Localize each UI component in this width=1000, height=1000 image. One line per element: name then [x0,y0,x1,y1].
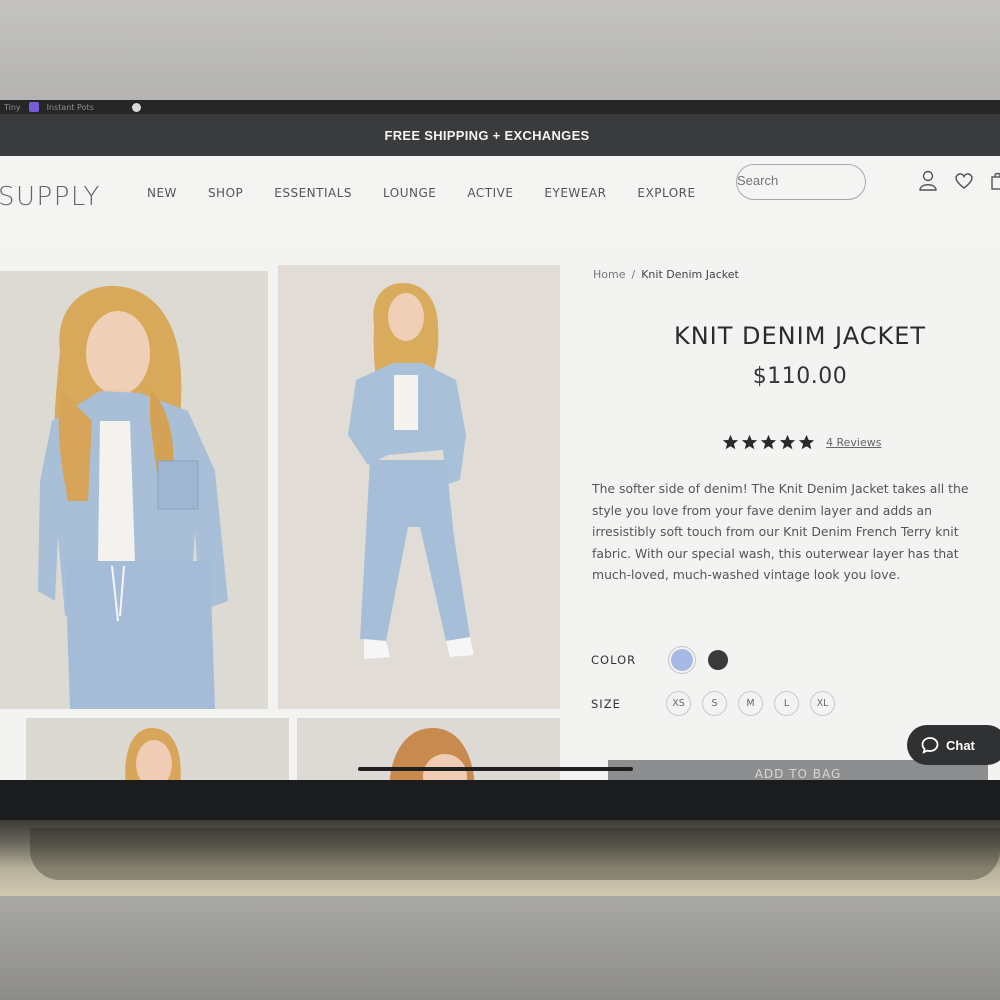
product-photo-front [0,271,268,709]
size-label: SIZE [591,697,621,711]
breadcrumb-separator: / [631,268,636,281]
background-wall [0,0,1000,102]
tab-favicon-icon [28,102,39,112]
site-logo[interactable]: SUPPLY [0,182,101,212]
main-nav: NEW SHOP ESSENTIALS LOUNGE ACTIVE EYEWEA… [147,186,727,200]
search-box[interactable] [736,164,866,200]
product-image-full-body[interactable] [278,265,560,709]
reviews-link[interactable]: 4 Reviews [826,436,881,449]
wishlist-heart-icon[interactable] [954,172,974,190]
tab-status-icon [131,102,141,112]
browser-tab-strip: Tiny Instant Pots [0,100,1000,114]
color-swatch-light-blue[interactable] [671,649,693,671]
chat-button[interactable]: Chat [907,725,1000,765]
size-option-l[interactable]: L [774,691,799,716]
background-floor [0,896,1000,1000]
color-swatch-black[interactable] [708,650,728,670]
keyboard-shadow [30,828,1000,880]
nav-item-eyewear[interactable]: EYEWEAR [544,186,606,200]
size-option-xs[interactable]: XS [666,691,691,716]
nav-item-new[interactable]: NEW [147,186,177,200]
star-icon [779,434,796,450]
nav-item-active[interactable]: ACTIVE [467,186,513,200]
nav-item-lounge[interactable]: LOUNGE [383,186,436,200]
shopping-bag-icon[interactable] [990,172,1000,190]
home-indicator-bar [358,767,633,771]
chat-label: Chat [946,737,975,753]
nav-item-essentials[interactable]: ESSENTIALS [274,186,352,200]
product-image-front[interactable] [0,271,268,709]
chat-bubble-icon [921,737,939,754]
product-description: The softer side of denim! The Knit Denim… [592,481,969,582]
product-title: KNIT DENIM JACKET [673,322,927,350]
account-icon[interactable] [918,170,938,192]
star-icon [798,434,815,450]
product-photo-detail [26,718,289,780]
browser-tab[interactable]: Tiny [4,103,21,112]
star-icon [741,434,758,450]
promo-banner[interactable]: FREE SHIPPING + EXCHANGES [0,114,1000,156]
color-label: COLOR [591,653,637,667]
product-image-detail[interactable] [26,718,289,780]
browser-tab[interactable]: Instant Pots [47,103,94,112]
size-option-s[interactable]: S [702,691,727,716]
rating-stars[interactable]: 4 Reviews [722,434,881,451]
nav-item-shop[interactable]: SHOP [208,186,243,200]
breadcrumb-current: Knit Denim Jacket [641,268,739,281]
star-icon [722,434,739,450]
site-header: SUPPLY NEW SHOP ESSENTIALS LOUNGE ACTIVE… [0,156,1000,246]
nav-item-explore[interactable]: EXPLORE [637,186,695,200]
product-photo-full-body [278,265,560,709]
product-price: $110.00 [752,364,848,389]
breadcrumb-home-link[interactable]: Home [593,268,625,281]
search-input[interactable] [737,173,865,188]
breadcrumb: Home / Knit Denim Jacket [593,268,739,281]
browser-screen: Tiny Instant Pots FREE SHIPPING + EXCHAN… [0,100,1000,780]
size-option-xl[interactable]: XL [810,691,835,716]
star-icon [760,434,777,450]
size-option-m[interactable]: M [738,691,763,716]
